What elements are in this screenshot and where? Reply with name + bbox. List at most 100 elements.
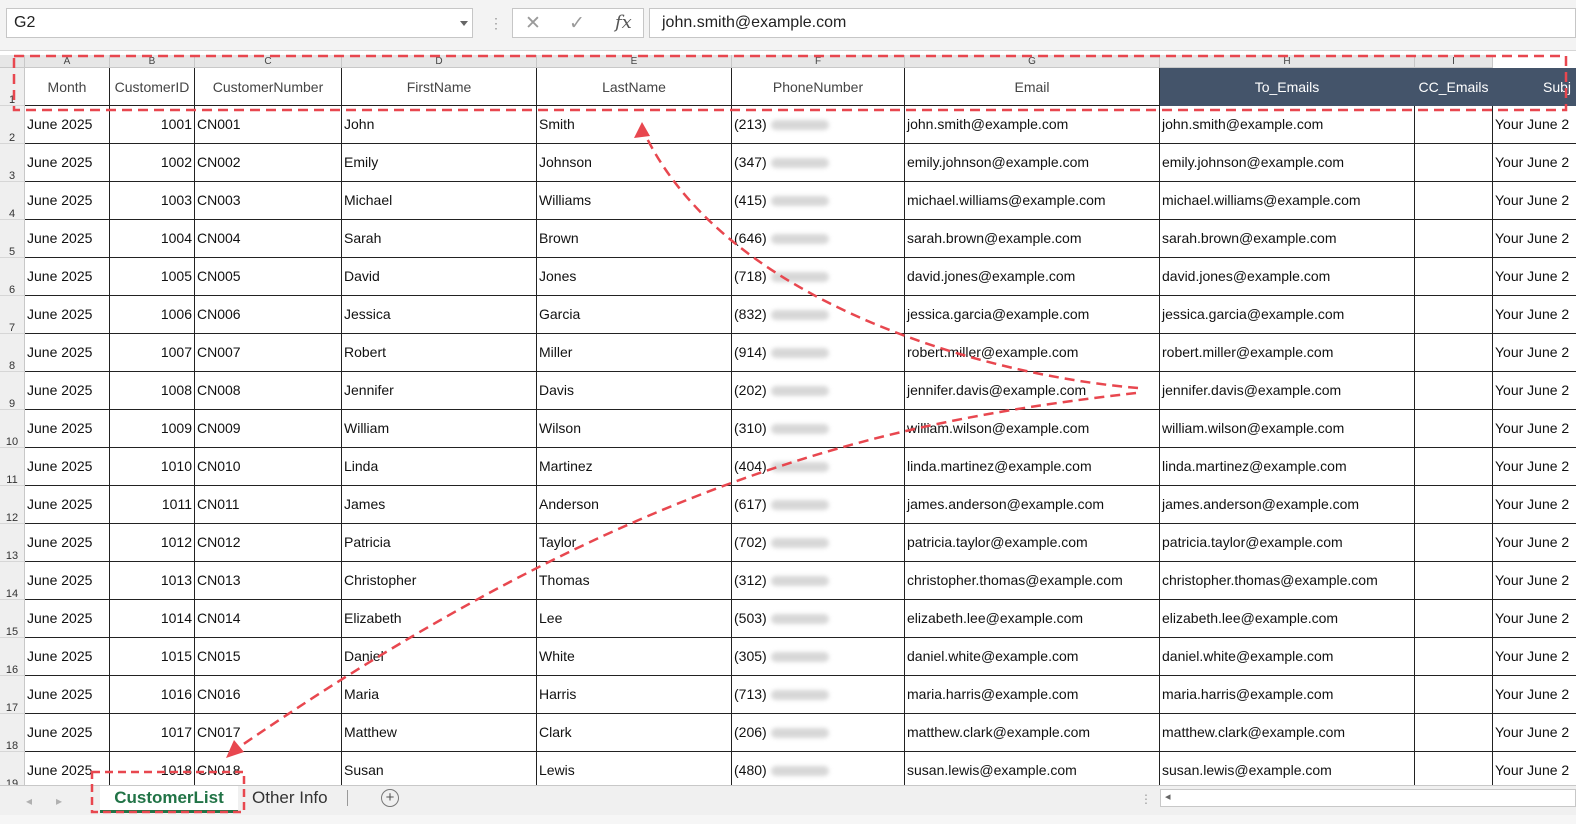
cell-customerid[interactable]: 1018 [110, 752, 195, 785]
cell-email[interactable]: robert.miller@example.com [905, 334, 1160, 372]
cell-phonenumber[interactable]: (310) [732, 410, 905, 448]
cell-to-emails[interactable]: elizabeth.lee@example.com [1160, 600, 1415, 638]
cell-subject[interactable]: Your June 2 [1493, 144, 1576, 182]
cell-cc-emails[interactable] [1415, 752, 1493, 785]
cell-phonenumber[interactable]: (832) [732, 296, 905, 334]
formula-input[interactable]: john.smith@example.com [649, 8, 1576, 38]
cell-customernumber[interactable]: CN002 [195, 144, 342, 182]
row-header-2[interactable]: 2 [0, 106, 25, 144]
cell-to-emails[interactable]: robert.miller@example.com [1160, 334, 1415, 372]
header-cell-to-emails[interactable]: To_Emails [1160, 68, 1415, 106]
cell-lastname[interactable]: Williams [537, 182, 732, 220]
cell-month[interactable]: June 2025 [25, 448, 110, 486]
cell-firstname[interactable]: Robert [342, 334, 537, 372]
cell-subject[interactable]: Your June 2 [1493, 372, 1576, 410]
cell-lastname[interactable]: Jones [537, 258, 732, 296]
cell-lastname[interactable]: Johnson [537, 144, 732, 182]
cell-phonenumber[interactable]: (718) [732, 258, 905, 296]
cell-phonenumber[interactable]: (702) [732, 524, 905, 562]
cell-cc-emails[interactable] [1415, 144, 1493, 182]
cell-cc-emails[interactable] [1415, 410, 1493, 448]
cell-customernumber[interactable]: CN010 [195, 448, 342, 486]
cell-subject[interactable]: Your June 2 [1493, 676, 1576, 714]
cell-month[interactable]: June 2025 [25, 106, 110, 144]
row-header-15[interactable]: 15 [0, 600, 25, 638]
row-header-4[interactable]: 4 [0, 182, 25, 220]
cell-to-emails[interactable]: james.anderson@example.com [1160, 486, 1415, 524]
cell-email[interactable]: john.smith@example.com [905, 106, 1160, 144]
cell-lastname[interactable]: Thomas [537, 562, 732, 600]
cell-cc-emails[interactable] [1415, 220, 1493, 258]
cell-customernumber[interactable]: CN003 [195, 182, 342, 220]
cell-cc-emails[interactable] [1415, 182, 1493, 220]
cell-email[interactable]: emily.johnson@example.com [905, 144, 1160, 182]
cell-customernumber[interactable]: CN006 [195, 296, 342, 334]
cell-customernumber[interactable]: CN014 [195, 600, 342, 638]
cell-subject[interactable]: Your June 2 [1493, 752, 1576, 785]
cell-to-emails[interactable]: maria.harris@example.com [1160, 676, 1415, 714]
cell-to-emails[interactable]: jessica.garcia@example.com [1160, 296, 1415, 334]
cell-to-emails[interactable]: daniel.white@example.com [1160, 638, 1415, 676]
cell-month[interactable]: June 2025 [25, 144, 110, 182]
cell-month[interactable]: June 2025 [25, 182, 110, 220]
row-header-11[interactable]: 11 [0, 448, 25, 486]
cell-customernumber[interactable]: CN012 [195, 524, 342, 562]
cell-to-emails[interactable]: christopher.thomas@example.com [1160, 562, 1415, 600]
cell-customernumber[interactable]: CN013 [195, 562, 342, 600]
tab-other-info[interactable]: Other Info [252, 786, 328, 810]
cell-subject[interactable]: Your June 2 [1493, 410, 1576, 448]
row-header-7[interactable]: 7 [0, 296, 25, 334]
cell-cc-emails[interactable] [1415, 486, 1493, 524]
cell-cc-emails[interactable] [1415, 638, 1493, 676]
cell-month[interactable]: June 2025 [25, 676, 110, 714]
cell-customerid[interactable]: 1005 [110, 258, 195, 296]
cell-lastname[interactable]: Garcia [537, 296, 732, 334]
header-cell-subject[interactable]: Subj [1493, 68, 1576, 106]
cell-firstname[interactable]: John [342, 106, 537, 144]
cell-cc-emails[interactable] [1415, 524, 1493, 562]
cell-customerid[interactable]: 1006 [110, 296, 195, 334]
column-header-i[interactable]: I [1415, 55, 1493, 68]
cell-firstname[interactable]: Christopher [342, 562, 537, 600]
cell-customerid[interactable]: 1013 [110, 562, 195, 600]
cell-email[interactable]: linda.martinez@example.com [905, 448, 1160, 486]
cell-customernumber[interactable]: CN015 [195, 638, 342, 676]
header-cell-customerid[interactable]: CustomerID [110, 68, 195, 106]
cell-firstname[interactable]: Michael [342, 182, 537, 220]
cell-month[interactable]: June 2025 [25, 372, 110, 410]
cell-phonenumber[interactable]: (404) [732, 448, 905, 486]
cell-email[interactable]: elizabeth.lee@example.com [905, 600, 1160, 638]
cell-lastname[interactable]: Smith [537, 106, 732, 144]
cell-subject[interactable]: Your June 2 [1493, 334, 1576, 372]
cell-cc-emails[interactable] [1415, 334, 1493, 372]
column-header-d[interactable]: D [342, 55, 537, 68]
chevron-down-icon[interactable] [460, 21, 468, 26]
header-cell-month[interactable]: Month [25, 68, 110, 106]
cell-lastname[interactable]: Taylor [537, 524, 732, 562]
cell-cc-emails[interactable] [1415, 562, 1493, 600]
column-header-b[interactable]: B [110, 55, 195, 68]
cell-phonenumber[interactable]: (415) [732, 182, 905, 220]
column-header-h[interactable]: H [1160, 55, 1415, 68]
header-cell-phonenumber[interactable]: PhoneNumber [732, 68, 905, 106]
cell-email[interactable]: david.jones@example.com [905, 258, 1160, 296]
cell-month[interactable]: June 2025 [25, 638, 110, 676]
cell-cc-emails[interactable] [1415, 448, 1493, 486]
cell-to-emails[interactable]: linda.martinez@example.com [1160, 448, 1415, 486]
cell-subject[interactable]: Your June 2 [1493, 714, 1576, 752]
cell-month[interactable]: June 2025 [25, 334, 110, 372]
cell-cc-emails[interactable] [1415, 296, 1493, 334]
name-box[interactable]: G2 [6, 8, 473, 38]
row-header-17[interactable]: 17 [0, 676, 25, 714]
cell-customerid[interactable]: 1009 [110, 410, 195, 448]
cell-customernumber[interactable]: CN005 [195, 258, 342, 296]
cell-customerid[interactable]: 1010 [110, 448, 195, 486]
cell-phonenumber[interactable]: (213) [732, 106, 905, 144]
cell-customerid[interactable]: 1008 [110, 372, 195, 410]
cell-to-emails[interactable]: william.wilson@example.com [1160, 410, 1415, 448]
cell-customernumber[interactable]: CN016 [195, 676, 342, 714]
scroll-right-icon[interactable]: ▸ [56, 794, 62, 808]
cell-firstname[interactable]: David [342, 258, 537, 296]
cell-month[interactable]: June 2025 [25, 486, 110, 524]
cell-subject[interactable]: Your June 2 [1493, 486, 1576, 524]
